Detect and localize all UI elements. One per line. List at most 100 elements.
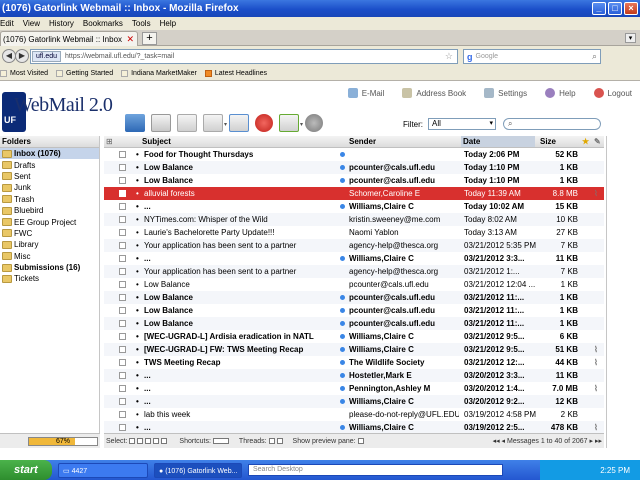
logout-link[interactable]: Logout [593,88,632,98]
threads-expand-icon[interactable] [276,438,283,444]
folder-item[interactable]: EE Group Project [0,216,99,227]
select-page-icon[interactable] [137,438,144,444]
message-row[interactable]: • Food for Thought Thursdays Today 2:06 PM… [104,148,604,161]
row-checkbox[interactable] [119,216,126,223]
search-icon[interactable]: ⌕ [592,51,597,62]
bookmark-latest-headlines[interactable]: Latest Headlines [204,70,267,77]
folder-item[interactable]: Misc [0,251,99,262]
message-row[interactable]: • TWS Meeting Recap The Wildlife Society 03… [104,356,604,369]
row-checkbox[interactable] [119,190,126,197]
start-button[interactable]: start [0,460,52,480]
forward-button[interactable]: ▶ [15,49,29,63]
taskbar-item-firefox[interactable]: ● (1076) Gatorlink Web... [154,462,242,478]
reply-all-icon[interactable] [203,114,227,132]
bookmark-most-visited[interactable]: Most Visited [0,70,48,77]
message-row[interactable]: •... Hostetler,Mark E 03/20/2012 3:3... 11 … [104,369,604,382]
settings-link[interactable]: Settings [484,88,527,98]
menu-view[interactable]: View [23,19,40,28]
reply-icon[interactable] [177,114,197,132]
message-row[interactable]: • Low Balance pcounter@cals.ufl.edu 03/21/2… [104,291,604,304]
select-all-icon[interactable] [129,438,136,444]
folder-item[interactable]: Sent [0,171,99,182]
url-text[interactable]: https://webmail.ufl.edu/?_task=mail [65,53,445,60]
address-book-link[interactable]: Address Book [402,88,466,98]
web-search-input[interactable]: g Google ⌕ [463,49,601,64]
select-none-icon[interactable] [153,438,160,444]
message-row[interactable]: • Low Balance pcounter@cals.ufl.edu 03/21/2… [104,317,604,330]
menu-tools[interactable]: Tools [132,19,151,28]
folder-item[interactable]: Library [0,239,99,250]
mark-icon[interactable] [279,114,303,132]
bookmark-indiana-marketmaker[interactable]: Indiana MarketMaker [121,70,197,77]
site-identity[interactable]: ufl.edu [32,51,62,62]
folder-item[interactable]: Drafts [0,159,99,170]
menu-bookmarks[interactable]: Bookmarks [83,19,123,28]
taskbar-item-folder[interactable]: ▭ 4427 [58,462,148,478]
message-row[interactable]: • Low Balance pcounter@cals.ufl.edu Today 1… [104,174,604,187]
google-icon[interactable]: g [467,52,473,62]
message-row[interactable]: •... Pennington,Ashley M 03/20/2012 1:4...… [104,382,604,395]
email-link[interactable]: E-Mail [347,88,384,98]
folder-item[interactable]: Bluebird [0,205,99,216]
row-checkbox[interactable] [119,385,126,392]
check-mail-icon[interactable] [125,114,145,132]
help-link[interactable]: Help [545,88,576,98]
row-checkbox[interactable] [119,359,126,366]
folder-item[interactable]: Trash [0,194,99,205]
row-checkbox[interactable] [119,177,126,184]
message-row[interactable]: • Low Balance pcounter@cals.ufl.edu Today 1… [104,161,604,174]
flag-column-star-icon[interactable]: ★ [582,136,589,147]
row-checkbox[interactable] [119,229,126,236]
row-checkbox[interactable] [119,151,126,158]
select-unread-icon[interactable] [145,438,152,444]
message-row[interactable]: • [WEC-UGRAD-L] FW: TWS Meeting Recap Will… [104,343,604,356]
message-row[interactable]: • Laurie's Bachelorette Party Update!!! Na… [104,226,604,239]
menu-history[interactable]: History [49,19,74,28]
row-checkbox[interactable] [119,164,126,171]
message-row[interactable]: • Your application has been sent to a par… [104,265,604,278]
invert-selection-icon[interactable] [161,438,168,444]
close-tab-icon[interactable]: ✕ [126,34,134,45]
row-checkbox[interactable] [119,268,126,275]
row-checkbox[interactable] [119,333,126,340]
filter-select[interactable]: All [428,118,496,130]
list-tabs-icon[interactable]: ▾ [625,33,636,43]
message-row[interactable]: •... Williams,Claire C 03/21/2012 3:3... 11… [104,252,604,265]
back-button[interactable]: ◀ [2,49,16,63]
folder-item[interactable]: Inbox (1076) [0,148,99,160]
attachment-column-icon[interactable]: ✎ [594,136,601,147]
bookmark-getting-started[interactable]: Getting Started [56,70,113,77]
row-checkbox[interactable] [119,255,126,262]
quick-search-input[interactable]: ⌕ [503,118,601,130]
message-row[interactable]: • Your application has been sent to a par… [104,239,604,252]
bookmark-star-icon[interactable]: ☆ [445,51,453,62]
message-row[interactable]: •... Williams,Claire C Today 10:02 AM 15 KB [104,200,604,213]
compose-icon[interactable] [151,114,171,132]
column-sender[interactable]: Sender [349,136,376,147]
close-window-button[interactable]: × [624,2,638,15]
new-tab-button[interactable]: + [142,32,157,45]
row-checkbox[interactable] [119,372,126,379]
message-row[interactable]: • alluvial forests Schomer,Caroline E Today… [104,187,604,200]
more-actions-gear-icon[interactable] [305,114,323,132]
column-subject[interactable]: Subject [142,136,171,147]
column-size[interactable]: Size [540,136,556,147]
row-checkbox[interactable] [119,294,126,301]
message-row[interactable]: •... Williams,Claire C 03/20/2012 9:2... 12… [104,395,604,408]
row-checkbox[interactable] [119,281,126,288]
row-checkbox[interactable] [119,424,126,431]
message-row[interactable]: • Low Balance pcounter@cals.ufl.edu 03/21/2… [104,304,604,317]
row-checkbox[interactable] [119,307,126,314]
row-checkbox[interactable] [119,346,126,353]
menu-help[interactable]: Help [160,19,176,28]
row-checkbox[interactable] [119,320,126,327]
threads-list-icon[interactable] [268,438,275,444]
row-checkbox[interactable] [119,411,126,418]
browser-tab[interactable]: (1076) Gatorlink Webmail :: Inbox ✕ [0,31,138,46]
shortcuts-icon[interactable] [212,438,229,444]
message-row[interactable]: • [WEC-UGRAD-L] Ardisia eradication in NA… [104,330,604,343]
preview-pane-checkbox[interactable] [357,438,364,444]
message-row[interactable]: • Low Balance pcounter@cals.ufl.edu 03/21/2… [104,278,604,291]
desktop-search-input[interactable]: Search Desktop [248,464,503,476]
list-options-icon[interactable]: ⊞ [106,136,113,147]
